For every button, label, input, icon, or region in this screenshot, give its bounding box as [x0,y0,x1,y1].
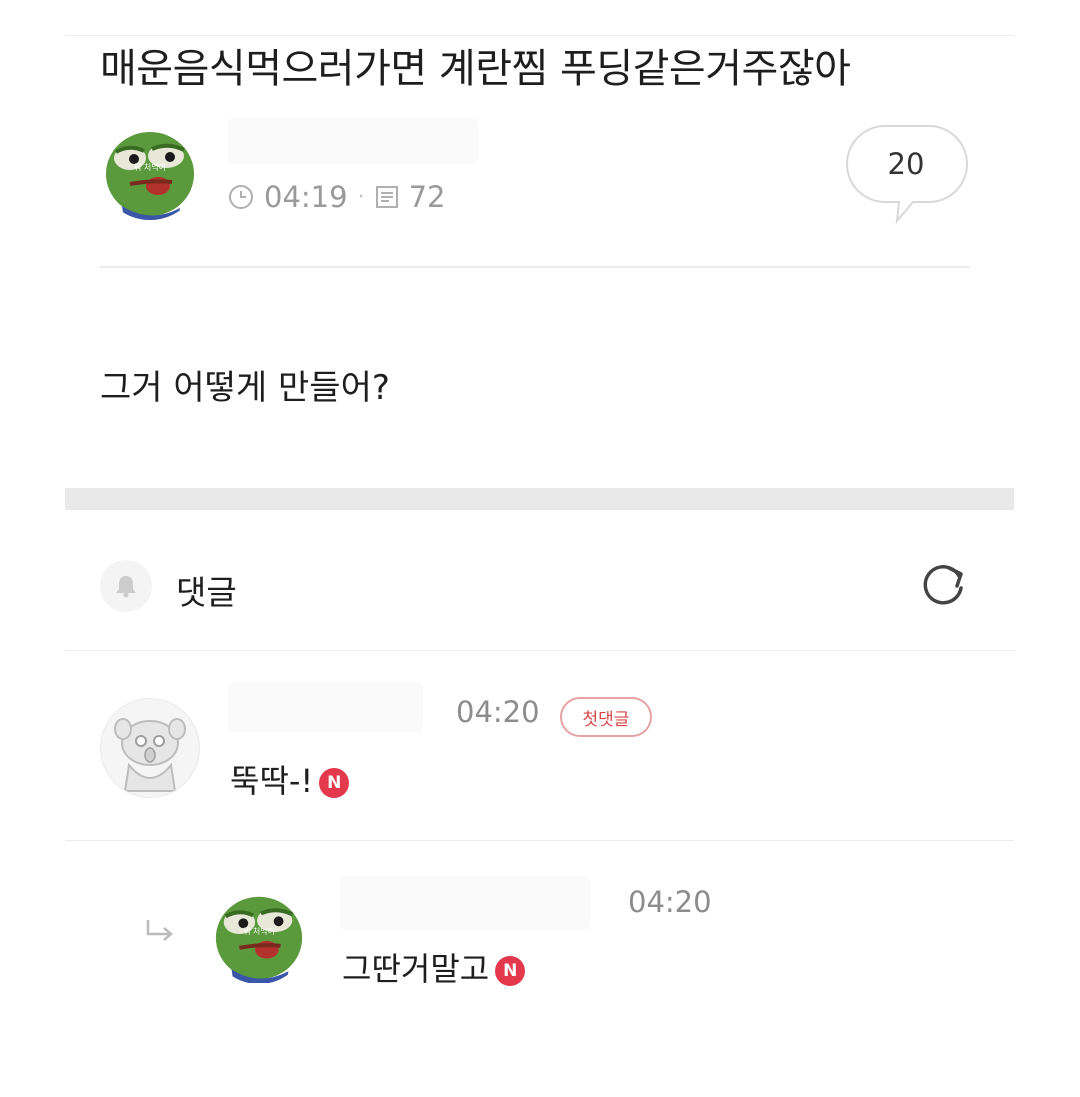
author-avatar[interactable]: 뭐 처먹어 [100,124,200,220]
comment-divider [65,840,1014,841]
comment-count-bubble[interactable]: 20 [845,123,969,225]
comment-text-row: 뚝딱-! N [230,756,350,802]
reply-time: 04:20 [628,885,712,919]
bell-icon [113,573,139,599]
comments-label: 댓글 [176,573,237,612]
reply-text-row: 그딴거말고 N [342,944,526,990]
meta-separator: · [357,184,365,210]
section-separator [65,488,1014,510]
commenter-name-redacted[interactable] [228,682,423,732]
reply-author-avatar[interactable]: 뭐 처먹어 [210,888,308,984]
comments-header-divider [65,650,1014,651]
reply-text: 그딴거말고 [342,950,490,988]
comment-time: 04:20 [456,695,540,729]
first-comment-badge: 첫댓글 [560,697,652,737]
refresh-icon [915,556,971,612]
post-meta: 04:19 · 72 [228,180,445,214]
comment-text: 뚝딱-! [230,762,314,800]
reply-avatar-caption: 뭐 처먹어 [243,926,274,936]
reply-author-name-redacted[interactable] [340,876,590,930]
author-name-redacted[interactable] [228,118,478,164]
refresh-button[interactable] [915,556,971,612]
comment-count: 20 [887,147,925,181]
clock-icon [228,184,254,210]
commenter-avatar[interactable] [100,698,200,798]
post-title: 매운음식먹으러가면 계란찜 푸딩같은거주잖아 [100,46,851,92]
post-time: 04:19 [264,180,348,214]
reply-new-badge: N [495,956,526,986]
reply-arrow-icon [144,918,180,950]
avatar-caption: 뭐 처먹어 [134,162,166,172]
header-divider [100,266,970,268]
post-views: 72 [408,180,446,214]
bell-icon-button[interactable] [100,560,152,612]
post-body: 그거 어떻게 만들어? [100,368,390,408]
new-badge: N [319,768,350,798]
views-icon [375,185,399,209]
